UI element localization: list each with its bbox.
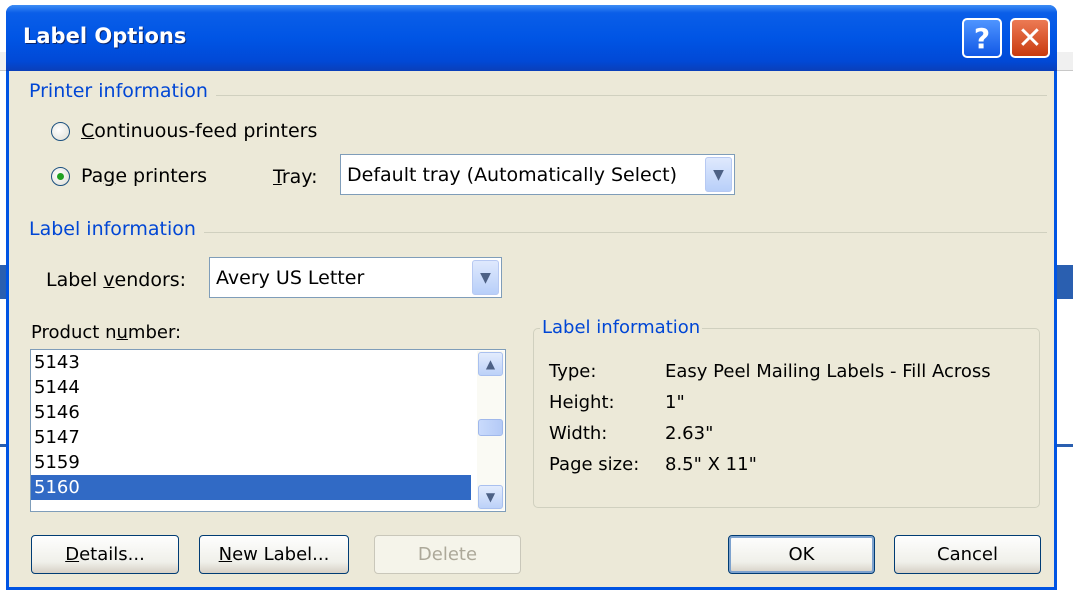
list-item[interactable]: 5144 [31, 375, 471, 400]
close-icon: ✕ [1017, 20, 1043, 56]
chevron-down-icon[interactable]: ▼ [705, 157, 732, 192]
continuous-feed-option[interactable]: Continuous-feed printers [51, 120, 317, 142]
chevron-down-icon: ▼ [485, 490, 496, 504]
list-item[interactable]: 5147 [31, 425, 471, 450]
label-info-title: Label information [29, 218, 204, 240]
help-button[interactable]: ? [962, 18, 1002, 58]
background-ribbon-right [1055, 265, 1073, 299]
label-vendors-select[interactable]: Avery US Letter ▼ [209, 257, 502, 298]
tray-select-value: Default tray (Automatically Select) [347, 163, 678, 186]
detail-page-size-value: 8.5" X 11" [665, 454, 757, 475]
detail-width-value: 2.63" [665, 423, 714, 444]
printer-info-rule [209, 95, 1047, 96]
title-bar[interactable]: Label Options ? ✕ [6, 5, 1057, 71]
page-printers-label: Page printers [81, 165, 208, 187]
continuous-feed-label: Continuous-feed printers [81, 120, 318, 142]
detail-height-key: Height: [549, 392, 615, 413]
chevron-up-icon: ▲ [485, 357, 496, 371]
page-printers-option[interactable]: Page printers [51, 165, 207, 187]
continuous-feed-radio[interactable] [51, 121, 70, 141]
label-details-panel: Label information Type: Easy Peel Mailin… [533, 317, 1040, 508]
product-number-label: Product number: [31, 322, 182, 343]
printer-info-title: Printer information [29, 80, 216, 102]
detail-height-value: 1" [665, 392, 685, 413]
detail-width-key: Width: [549, 423, 608, 444]
tray-label: Tray: [273, 166, 318, 188]
product-number-list[interactable]: 5143 5144 5146 5147 5159 5160 ▲ ▼ [30, 349, 506, 512]
list-item[interactable]: 5146 [31, 400, 471, 425]
tray-select[interactable]: Default tray (Automatically Select) ▼ [340, 154, 735, 195]
label-vendors-label: Label vendors: [46, 269, 187, 291]
ok-button[interactable]: OK [728, 535, 875, 574]
dialog-title: Label Options [23, 24, 187, 48]
scroll-up-button[interactable]: ▲ [478, 352, 503, 376]
scroll-down-button[interactable]: ▼ [478, 485, 503, 509]
label-options-dialog: Label Options ? ✕ Printer information Co… [6, 5, 1057, 590]
detail-page-size-key: Page size: [549, 454, 640, 475]
label-info-rule [199, 232, 1047, 233]
list-item[interactable]: 5143 [31, 350, 471, 375]
list-item[interactable]: 5159 [31, 450, 471, 475]
cancel-button[interactable]: Cancel [894, 535, 1041, 574]
new-label-button[interactable]: New Label... [199, 535, 349, 574]
detail-type-value: Easy Peel Mailing Labels - Fill Across [665, 361, 991, 382]
page-printers-radio[interactable] [51, 166, 70, 186]
product-list-scrollbar[interactable]: ▲ ▼ [477, 351, 504, 510]
question-mark-icon: ? [973, 21, 991, 55]
delete-button[interactable]: Delete [374, 535, 521, 574]
label-vendors-value: Avery US Letter [216, 266, 365, 289]
scroll-thumb[interactable] [478, 419, 503, 436]
product-items: 5143 5144 5146 5147 5159 5160 [31, 350, 505, 500]
detail-type-key: Type: [549, 361, 597, 382]
list-item[interactable]: 5160 [31, 475, 471, 500]
close-button[interactable]: ✕ [1010, 18, 1050, 58]
label-details-title: Label information [540, 317, 703, 338]
chevron-down-icon[interactable]: ▼ [472, 260, 499, 295]
details-button[interactable]: Details... [31, 535, 179, 574]
